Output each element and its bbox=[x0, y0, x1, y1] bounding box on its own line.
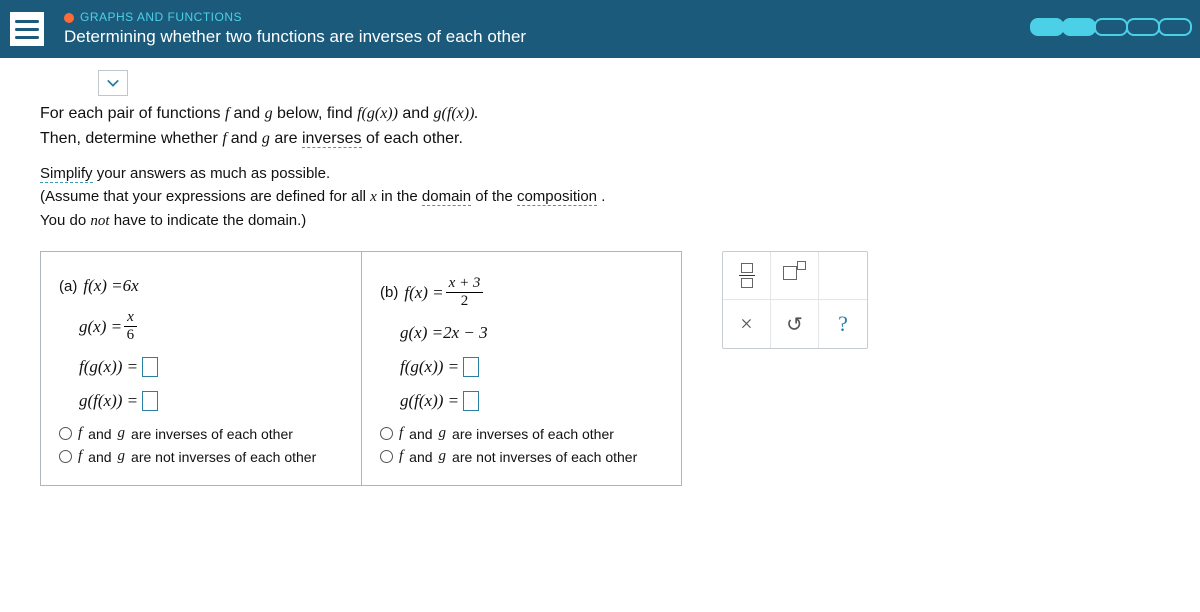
header-bar: GRAPHS AND FUNCTIONS Determining whether… bbox=[0, 0, 1200, 58]
radio-yes-text: are inverses of each other bbox=[131, 426, 293, 442]
collapse-toggle[interactable] bbox=[98, 70, 128, 96]
inverses-term[interactable]: inverses bbox=[302, 130, 362, 148]
b-fgx-input[interactable] bbox=[463, 357, 479, 377]
a-gfx-label: g(f(x)) = bbox=[79, 391, 138, 411]
tool-blank bbox=[819, 252, 867, 300]
reset-button[interactable]: ↺ bbox=[771, 300, 819, 348]
clear-button[interactable]: × bbox=[723, 300, 771, 348]
radio-yes-text: are inverses of each other bbox=[452, 426, 614, 442]
instr-x: x bbox=[370, 189, 377, 205]
b-f-lhs: f(x) = bbox=[404, 283, 443, 303]
instr-g: g bbox=[265, 105, 273, 122]
instr-text: For each pair of functions bbox=[40, 105, 225, 122]
column-b: (b) f(x) = x + 3 2 g(x) = 2x − 3 f(g(x))… bbox=[361, 252, 681, 485]
a-fgx-input[interactable] bbox=[142, 357, 158, 377]
problem-box: (a) f(x) = 6x g(x) = x 6 f(g(x)) = g bbox=[40, 251, 682, 486]
b-f-num: x + 3 bbox=[446, 276, 484, 293]
instructions-block: For each pair of functions f and g below… bbox=[40, 102, 1160, 233]
instr-text: have to indicate the domain.) bbox=[114, 212, 307, 229]
title-block: GRAPHS AND FUNCTIONS Determining whether… bbox=[64, 10, 526, 48]
radio-g: g bbox=[118, 448, 126, 465]
instr-text: are bbox=[274, 130, 302, 147]
category-label: GRAPHS AND FUNCTIONS bbox=[64, 10, 526, 26]
exponent-tool[interactable] bbox=[771, 252, 819, 300]
radio-no-text: are not inverses of each other bbox=[452, 449, 637, 465]
instr-comp-gf: g(f(x)). bbox=[434, 105, 479, 122]
a-g-num: x bbox=[124, 310, 137, 327]
instr-text: of each other. bbox=[366, 130, 463, 147]
radio-and: and bbox=[88, 449, 111, 465]
column-a: (a) f(x) = 6x g(x) = x 6 f(g(x)) = g bbox=[41, 252, 361, 485]
instr-fg: f bbox=[222, 130, 230, 147]
chevron-down-icon bbox=[106, 76, 120, 90]
instr-and: and bbox=[233, 105, 264, 122]
instr-text: . bbox=[601, 188, 605, 205]
part-a-label: (a) bbox=[59, 278, 77, 295]
radio-g: g bbox=[118, 425, 126, 442]
a-gfx-input[interactable] bbox=[142, 391, 158, 411]
radio-and: and bbox=[88, 426, 111, 442]
b-fgx-label: f(g(x)) = bbox=[400, 357, 459, 377]
a-fgx-label: f(g(x)) = bbox=[79, 357, 138, 377]
b-f-frac: x + 3 2 bbox=[446, 276, 484, 309]
b-g-lhs: g(x) = bbox=[400, 323, 443, 343]
instr-text: Then, determine whether bbox=[40, 130, 222, 147]
radio-and: and bbox=[409, 426, 432, 442]
b-g-rhs: 2x − 3 bbox=[443, 323, 488, 343]
radio-f: f bbox=[78, 448, 82, 465]
instr-and: and bbox=[402, 105, 433, 122]
a-g-frac: x 6 bbox=[124, 310, 137, 343]
menu-icon[interactable] bbox=[10, 12, 44, 46]
a-f-rhs: 6x bbox=[123, 276, 139, 296]
instr-text: You do bbox=[40, 212, 90, 229]
radio-f: f bbox=[399, 425, 403, 442]
composition-term[interactable]: composition bbox=[517, 188, 597, 206]
domain-term[interactable]: domain bbox=[422, 188, 471, 206]
radio-f: f bbox=[399, 448, 403, 465]
a-inverse-no-radio[interactable] bbox=[59, 450, 72, 463]
instr-text: in the bbox=[381, 188, 422, 205]
instr-text: your answers as much as possible. bbox=[97, 165, 330, 182]
radio-f: f bbox=[78, 425, 82, 442]
progress-indicator bbox=[1032, 18, 1192, 36]
a-inverse-yes-radio[interactable] bbox=[59, 427, 72, 440]
a-f-lhs: f(x) = bbox=[83, 276, 122, 296]
simplify-term[interactable]: Simplify bbox=[40, 165, 93, 183]
help-button[interactable]: ? bbox=[819, 300, 867, 348]
radio-and: and bbox=[409, 449, 432, 465]
a-g-lhs: g(x) = bbox=[79, 317, 122, 337]
content-area: For each pair of functions f and g below… bbox=[0, 58, 1200, 612]
part-b-label: (b) bbox=[380, 284, 398, 301]
instr-text: (Assume that your expressions are define… bbox=[40, 188, 370, 205]
math-toolbox: × ↺ ? bbox=[722, 251, 868, 349]
instr-and: and bbox=[231, 130, 262, 147]
b-gfx-input[interactable] bbox=[463, 391, 479, 411]
b-inverse-yes-radio[interactable] bbox=[380, 427, 393, 440]
radio-g: g bbox=[439, 448, 447, 465]
b-inverse-no-radio[interactable] bbox=[380, 450, 393, 463]
instr-text: of the bbox=[475, 188, 517, 205]
radio-no-text: are not inverses of each other bbox=[131, 449, 316, 465]
instr-text: below, find bbox=[277, 105, 357, 122]
topic-title: Determining whether two functions are in… bbox=[64, 26, 526, 48]
radio-g: g bbox=[439, 425, 447, 442]
b-gfx-label: g(f(x)) = bbox=[400, 391, 459, 411]
fraction-tool[interactable] bbox=[723, 252, 771, 300]
instr-g: g bbox=[262, 130, 270, 147]
a-g-den: 6 bbox=[127, 327, 135, 343]
instr-comp-fg: f(g(x)) bbox=[357, 105, 398, 122]
b-f-den: 2 bbox=[461, 293, 469, 309]
instr-not: not bbox=[90, 213, 109, 229]
